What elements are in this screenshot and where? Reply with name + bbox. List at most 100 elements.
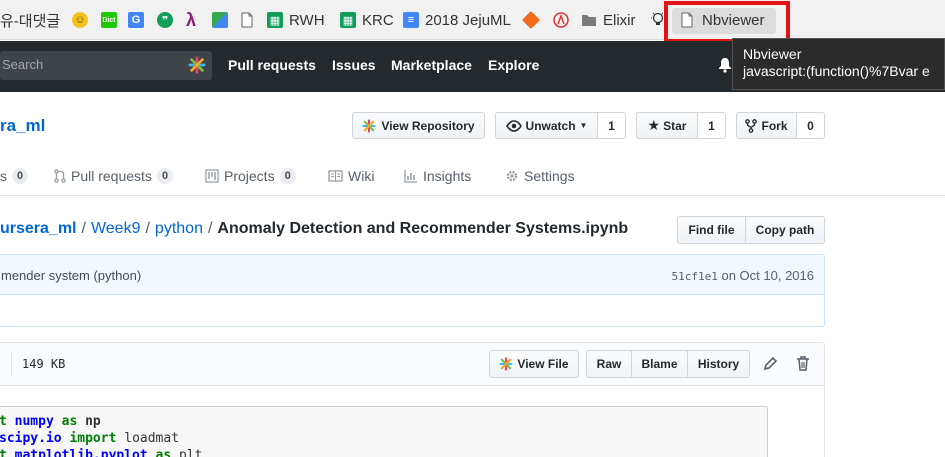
find-file-label: Find file	[688, 223, 735, 237]
star-button[interactable]: ★ Star	[636, 112, 698, 139]
commit-message[interactable]: mender system (python)	[1, 268, 141, 283]
view-file-button[interactable]: View File	[489, 350, 579, 378]
bell-icon[interactable]	[717, 57, 733, 73]
breadcrumb-file-name: Anomaly Detection and Recommender System…	[217, 220, 629, 237]
tab-label: Wiki	[348, 168, 375, 184]
bookmark-label: RWH	[289, 11, 325, 29]
bookmark-label: KRC	[362, 11, 394, 29]
tab-wiki[interactable]: Wiki	[328, 168, 374, 184]
book-icon	[328, 170, 343, 182]
nbviewer-star-icon	[499, 357, 514, 371]
bookmark-label: 유-대댓글	[0, 12, 61, 30]
tooltip-title: Nbviewer	[743, 46, 802, 62]
tab-label: Settings	[524, 168, 575, 184]
tab-settings[interactable]: Settings	[505, 168, 575, 184]
bookmark-translate[interactable]: G	[128, 9, 150, 31]
raw-label: Raw	[596, 357, 622, 371]
forks-count[interactable]: 0	[797, 112, 825, 139]
maps-icon	[212, 12, 228, 28]
bookmark-page[interactable]	[240, 9, 254, 31]
watchers-count[interactable]: 1	[598, 112, 626, 139]
screen: 유-대댓글 ☺ Dict G ❞ λ ▦ RWH ▦ KRC ≡ 2018 Je…	[0, 0, 945, 457]
unwatch-label: Unwatch	[525, 118, 576, 133]
view-repository-button[interactable]: View Repository	[352, 112, 485, 139]
unwatch-button[interactable]: Unwatch ▼	[495, 112, 598, 139]
bookmark-tooltip: Nbviewer javascript:(function()%7Bvar e	[732, 38, 945, 90]
bookmark-maps[interactable]	[212, 9, 234, 31]
bookmark-circle[interactable]	[553, 9, 569, 31]
pull-request-icon	[54, 169, 66, 183]
bookmark-elixir[interactable]: Elixir	[581, 9, 636, 31]
tab-label: Projects	[224, 168, 275, 184]
cube-icon	[521, 10, 541, 30]
highlight-box	[664, 1, 790, 43]
code-line-1: t numpy as np	[0, 414, 101, 429]
commit-sha[interactable]: 51cf1e1	[672, 270, 718, 283]
bookmark-bulb[interactable]	[651, 9, 665, 31]
code-preview: t numpy as np scipy.io import loadmat t …	[0, 406, 768, 457]
breadcrumb-repo-link[interactable]: ursera_ml	[0, 220, 77, 237]
page-icon	[241, 12, 253, 28]
smiley-icon: ☺	[72, 12, 88, 28]
tooltip-url: javascript:(function()%7Bvar e	[743, 63, 930, 79]
tab-count: 0	[156, 168, 174, 184]
bookmark-rwh[interactable]: ▦ RWH	[267, 9, 325, 31]
tab-insights[interactable]: Insights	[404, 168, 471, 184]
breadcrumb-python-link[interactable]: python	[155, 220, 203, 237]
commit-tease: mender system (python) 51cf1e1 on Oct 10…	[0, 255, 824, 295]
code-line-2: scipy.io import loadmat	[0, 431, 180, 446]
tab-count: 0	[12, 168, 29, 184]
nav-pull-requests[interactable]: Pull requests	[228, 57, 316, 73]
commit-box: mender system (python) 51cf1e1 on Oct 10…	[0, 254, 825, 327]
nav-issues[interactable]: Issues	[332, 57, 376, 73]
circle-logo-icon	[553, 12, 569, 28]
caret-down-icon: ▼	[579, 121, 588, 130]
docs-icon: ≡	[403, 12, 419, 28]
fork-button[interactable]: Fork	[736, 112, 797, 139]
bookmark-hangouts[interactable]: ❞	[157, 9, 179, 31]
commit-meta: 51cf1e1 on Oct 10, 2016	[672, 268, 815, 283]
bookmark-krc[interactable]: ▦ KRC	[340, 9, 394, 31]
sheets-icon: ▦	[340, 12, 356, 28]
tab-pull-requests[interactable]: Pull requests 0	[54, 168, 174, 184]
nav-explore[interactable]: Explore	[488, 57, 539, 73]
raw-button[interactable]: Raw	[586, 350, 632, 378]
bookmark-label: 2018 JejuML	[425, 11, 511, 29]
history-button[interactable]: History	[687, 350, 750, 378]
copy-path-button[interactable]: Copy path	[745, 216, 825, 244]
project-icon	[205, 169, 219, 183]
translate-icon: G	[128, 12, 144, 28]
view-file-label: View File	[517, 357, 569, 371]
trash-icon[interactable]	[796, 356, 810, 371]
bookmark-lambda[interactable]: λ	[186, 9, 196, 31]
tab-label: Pull requests	[71, 168, 152, 184]
pencil-icon[interactable]	[763, 356, 778, 371]
nav-marketplace[interactable]: Marketplace	[391, 57, 472, 73]
fork-label: Fork	[761, 118, 788, 133]
breadcrumb-week9-link[interactable]: Week9	[91, 220, 141, 237]
find-file-button[interactable]: Find file	[677, 216, 746, 244]
tab-issues[interactable]: s 0	[0, 168, 29, 184]
search-input[interactable]: Search	[0, 51, 212, 80]
dict-icon: Dict	[101, 12, 117, 28]
blame-button[interactable]: Blame	[631, 350, 688, 378]
bookmark-comment[interactable]: 유-대댓글	[0, 9, 60, 31]
nbviewer-star-icon	[188, 56, 206, 74]
search-placeholder: Search	[2, 57, 44, 72]
repo-name-link[interactable]: ra_ml	[0, 116, 45, 136]
lambda-icon: λ	[186, 9, 197, 30]
stars-count[interactable]: 1	[698, 112, 726, 139]
bulb-icon	[651, 12, 665, 25]
tab-count: 0	[279, 168, 296, 184]
bookmark-smiley[interactable]: ☺	[72, 9, 94, 31]
bookmark-cube[interactable]	[521, 9, 545, 31]
star-icon: ★	[647, 117, 661, 133]
graph-icon	[404, 170, 417, 183]
bookmark-jejuml[interactable]: ≡ 2018 JejuML	[403, 9, 511, 31]
tab-projects[interactable]: Projects 0	[205, 168, 296, 184]
file-size: 149 KB	[22, 357, 66, 371]
folder-icon	[582, 15, 596, 26]
bookmark-dict[interactable]: Dict	[101, 9, 123, 31]
code-line-3: t matplotlib.pyplot as plt	[0, 448, 203, 457]
history-label: History	[697, 357, 740, 371]
